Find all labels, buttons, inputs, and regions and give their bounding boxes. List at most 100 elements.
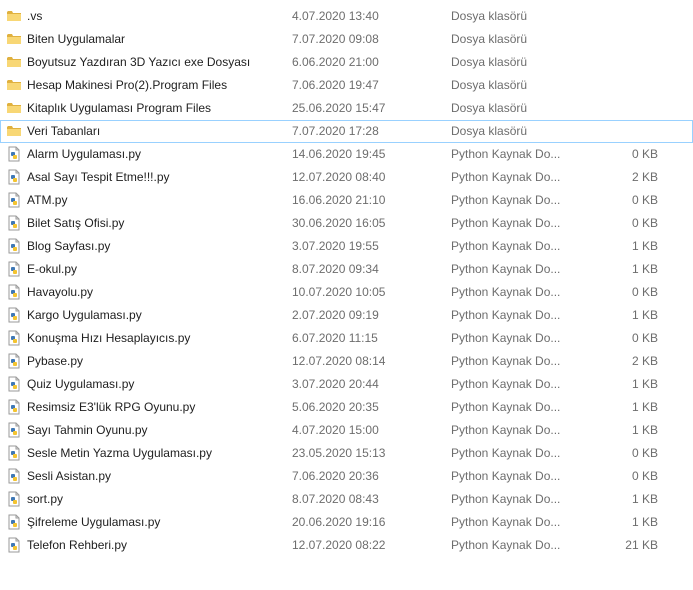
file-date-modified: 16.06.2020 21:10 (292, 193, 386, 207)
file-type: Python Kaynak Do... (451, 446, 561, 460)
file-date-modified: 4.07.2020 13:40 (292, 9, 379, 23)
file-size: 1 KB (631, 400, 658, 414)
file-name: Quiz Uygulaması.py (27, 377, 135, 391)
file-name: .vs (27, 9, 43, 23)
file-date-modified: 6.07.2020 11:15 (292, 331, 378, 345)
file-type: Python Kaynak Do... (451, 193, 561, 207)
file-type: Python Kaynak Do... (451, 308, 561, 322)
file-size (586, 29, 658, 50)
file-row[interactable]: Sesli Asistan.py 7.06.2020 20:36 Python Ka… (0, 465, 693, 488)
file-name: Havayolu.py (27, 285, 94, 299)
file-name: Kargo Uygulaması.py (27, 308, 142, 322)
file-type: Python Kaynak Do... (451, 285, 561, 299)
folder-icon (6, 6, 22, 27)
file-type: Dosya klasörü (451, 55, 528, 69)
file-row[interactable]: sort.py 8.07.2020 08:43 Python Kaynak Do..… (0, 488, 693, 511)
file-row[interactable]: Quiz Uygulaması.py 3.07.2020 20:44 Python … (0, 373, 693, 396)
file-size: 1 KB (631, 515, 658, 529)
file-size (586, 52, 658, 73)
file-name: Sesle Metin Yazma Uygulaması.py (27, 446, 212, 460)
file-size: 1 KB (631, 423, 658, 437)
file-date-modified: 6.06.2020 21:00 (292, 55, 379, 69)
file-row[interactable]: Havayolu.py 10.07.2020 10:05 Python Kaynak… (0, 281, 693, 304)
python-file-icon (6, 259, 22, 280)
file-date-modified: 3.07.2020 20:44 (292, 377, 379, 391)
python-file-icon (6, 167, 22, 188)
file-type: Python Kaynak Do... (451, 538, 561, 552)
file-date-modified: 7.07.2020 17:28 (292, 124, 379, 138)
file-size: 2 KB (631, 354, 658, 368)
file-type: Dosya klasörü (451, 124, 528, 138)
python-file-icon (6, 489, 22, 510)
file-row[interactable]: Hesap Makinesi Pro(2).Program Files 7.06.… (0, 74, 693, 97)
file-row[interactable]: Asal Sayı Tespit Etme!!!.py 12.07.2020 08… (0, 166, 693, 189)
file-row[interactable]: Kargo Uygulaması.py 2.07.2020 09:19 Python… (0, 304, 693, 327)
file-name: Veri Tabanları (27, 124, 101, 138)
folder-icon (6, 29, 22, 50)
file-name: E-okul.py (27, 262, 78, 276)
file-name: Bilet Satış Ofisi.py (27, 216, 125, 230)
file-size: 0 KB (631, 285, 658, 299)
file-row[interactable]: Boyutsuz Yazdıran 3D Yazıcı exe Dosyası 6… (0, 51, 693, 74)
file-row[interactable]: Sesle Metin Yazma Uygulaması.py 23.05.202… (0, 442, 693, 465)
file-date-modified: 5.06.2020 20:35 (292, 400, 379, 414)
file-name: Şifreleme Uygulaması.py (27, 515, 161, 529)
file-row[interactable]: E-okul.py 8.07.2020 09:34 Python Kaynak Do… (0, 258, 693, 281)
file-row[interactable]: Resimsiz E3'lük RPG Oyunu.py 5.06.2020 20… (0, 396, 693, 419)
file-row[interactable]: Blog Sayfası.py 3.07.2020 19:55 Python Kay… (0, 235, 693, 258)
file-row[interactable]: Kitaplık Uygulaması Program Files 25.06.2… (0, 97, 693, 120)
file-row[interactable]: Bilet Satış Ofisi.py 30.06.2020 16:05 Pyth… (0, 212, 693, 235)
file-list: .vs 4.07.2020 13:40 Dosya klasörü Biten Uyg… (0, 5, 693, 557)
file-name: Sesli Asistan.py (27, 469, 112, 483)
file-size (586, 98, 658, 119)
file-size: 2 KB (631, 170, 658, 184)
file-row[interactable]: Telefon Rehberi.py 12.07.2020 08:22 Python… (0, 534, 693, 557)
file-row[interactable]: Şifreleme Uygulaması.py 20.06.2020 19:16 P… (0, 511, 693, 534)
file-type: Python Kaynak Do... (451, 515, 561, 529)
file-name: Resimsiz E3'lük RPG Oyunu.py (27, 400, 196, 414)
file-row[interactable]: ATM.py 16.06.2020 21:10 Python Kaynak Do..… (0, 189, 693, 212)
file-name: Kitaplık Uygulaması Program Files (27, 101, 212, 115)
file-date-modified: 12.07.2020 08:14 (292, 354, 386, 368)
folder-icon (6, 121, 22, 142)
python-file-icon (6, 512, 22, 533)
file-row[interactable]: Biten Uygulamalar 7.07.2020 09:08 Dosya kl… (0, 28, 693, 51)
file-name: Hesap Makinesi Pro(2).Program Files (27, 78, 228, 92)
file-size (586, 121, 658, 142)
file-row[interactable]: Veri Tabanları 7.07.2020 17:28 Dosya klasö… (0, 120, 693, 143)
file-date-modified: 4.07.2020 15:00 (292, 423, 379, 437)
file-type: Python Kaynak Do... (451, 377, 561, 391)
file-type: Python Kaynak Do... (451, 400, 561, 414)
python-file-icon (6, 397, 22, 418)
file-size (586, 75, 658, 96)
file-type: Python Kaynak Do... (451, 239, 561, 253)
python-file-icon (6, 282, 22, 303)
python-file-icon (6, 305, 22, 326)
file-type: Dosya klasörü (451, 101, 528, 115)
python-file-icon (6, 236, 22, 257)
file-type: Python Kaynak Do... (451, 216, 561, 230)
file-row[interactable]: Alarm Uygulaması.py 14.06.2020 19:45 Pytho… (0, 143, 693, 166)
file-type: Python Kaynak Do... (451, 469, 561, 483)
file-row[interactable]: Konuşma Hızı Hesaplayıcıs.py 6.07.2020 11… (0, 327, 693, 350)
file-date-modified: 2.07.2020 09:19 (292, 308, 379, 322)
file-row[interactable]: .vs 4.07.2020 13:40 Dosya klasörü (0, 5, 693, 28)
folder-icon (6, 98, 22, 119)
file-date-modified: 7.06.2020 19:47 (292, 78, 379, 92)
file-name: ATM.py (27, 193, 68, 207)
file-size: 0 KB (631, 147, 658, 161)
python-file-icon (6, 374, 22, 395)
python-file-icon (6, 328, 22, 349)
file-size: 0 KB (631, 469, 658, 483)
file-name: Biten Uygulamalar (27, 32, 126, 46)
file-type: Dosya klasörü (451, 9, 528, 23)
file-date-modified: 14.06.2020 19:45 (292, 147, 386, 161)
file-type: Python Kaynak Do... (451, 147, 561, 161)
file-row[interactable]: Pybase.py 12.07.2020 08:14 Python Kaynak D… (0, 350, 693, 373)
file-type: Python Kaynak Do... (451, 354, 561, 368)
file-name: sort.py (27, 492, 64, 506)
file-row[interactable]: Sayı Tahmin Oyunu.py 4.07.2020 15:00 Pytho… (0, 419, 693, 442)
file-size: 21 KB (625, 538, 658, 552)
file-date-modified: 7.06.2020 20:36 (292, 469, 379, 483)
file-name: Konuşma Hızı Hesaplayıcıs.py (27, 331, 191, 345)
